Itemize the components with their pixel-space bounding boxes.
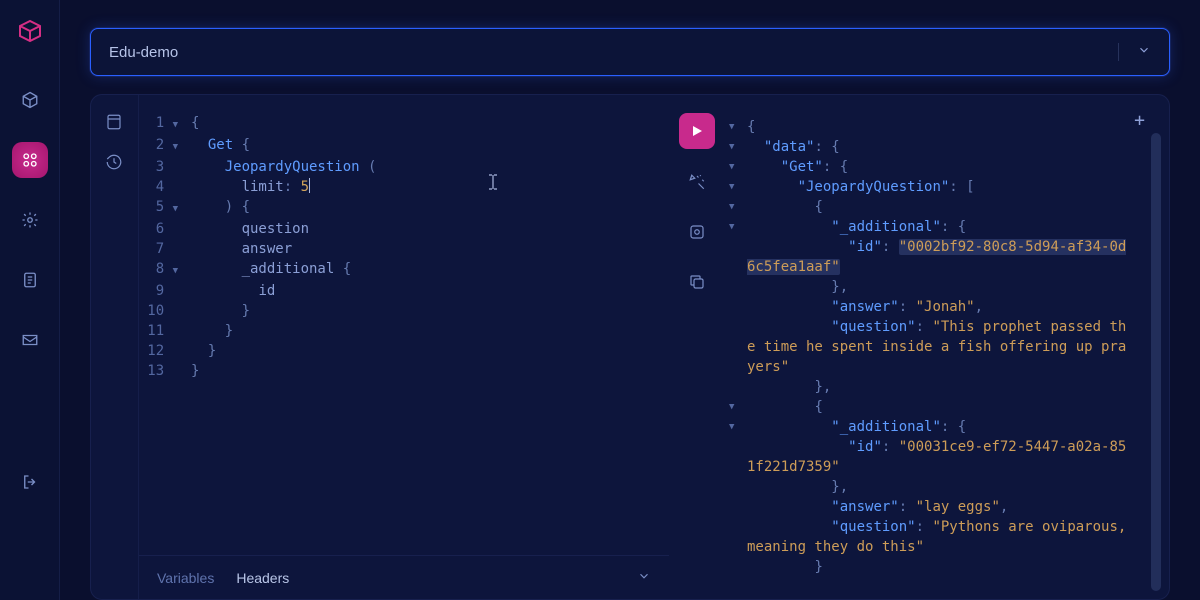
logo-icon	[17, 18, 43, 44]
explorer-icon[interactable]	[105, 113, 125, 133]
code-line[interactable]: 3 JeopardyQuestion (	[139, 157, 669, 177]
nav-inbox-icon[interactable]	[12, 322, 48, 358]
code-line[interactable]: 10 }	[139, 301, 669, 321]
code-line[interactable]: 5 ▼ ) {	[139, 197, 669, 219]
run-button[interactable]	[679, 113, 715, 149]
editor-tabs: Variables Headers	[139, 555, 669, 599]
action-rail	[669, 95, 725, 599]
code-line[interactable]: 9 id	[139, 281, 669, 301]
code-line[interactable]: 8 ▼ _additional {	[139, 259, 669, 281]
code-line[interactable]: 2 ▼ Get {	[139, 135, 669, 157]
merge-icon[interactable]	[680, 215, 714, 249]
code-line[interactable]: 13 }	[139, 361, 669, 381]
app-sidebar	[0, 0, 60, 600]
code-line[interactable]: 11 }	[139, 321, 669, 341]
card-rail	[91, 95, 139, 599]
code-line[interactable]: 1 ▼{	[139, 113, 669, 135]
nav-cube-icon[interactable]	[12, 82, 48, 118]
code-line[interactable]: 6 question	[139, 219, 669, 239]
nav-apps-icon[interactable]	[12, 142, 48, 178]
nav-settings-icon[interactable]	[12, 202, 48, 238]
chevron-down-icon	[1118, 43, 1151, 61]
instance-name: Edu-demo	[109, 44, 178, 61]
scrollbar[interactable]	[1151, 133, 1161, 591]
query-card: 1 ▼{2 ▼ Get {3 JeopardyQuestion (4 limit…	[90, 94, 1170, 600]
query-editor-panel: 1 ▼{2 ▼ Get {3 JeopardyQuestion (4 limit…	[139, 95, 669, 599]
instance-selector[interactable]: Edu-demo	[90, 28, 1170, 76]
results-json[interactable]: ▼{▼ "data": {▼ "Get": {▼ "JeopardyQuesti…	[729, 117, 1159, 577]
history-icon[interactable]	[105, 153, 125, 173]
query-editor[interactable]: 1 ▼{2 ▼ Get {3 JeopardyQuestion (4 limit…	[139, 95, 669, 555]
copy-icon[interactable]	[680, 265, 714, 299]
nav-document-icon[interactable]	[12, 262, 48, 298]
tab-headers[interactable]: Headers	[236, 570, 289, 586]
main-area: Edu-demo 1 ▼{2 ▼ Get {3 JeopardyQuestion…	[60, 0, 1200, 600]
nav-logout-icon[interactable]	[12, 464, 48, 500]
code-line[interactable]: 7 answer	[139, 239, 669, 259]
chevron-down-icon[interactable]	[637, 569, 651, 586]
code-line[interactable]: 12 }	[139, 341, 669, 361]
add-tab-icon[interactable]: +	[1134, 111, 1145, 131]
tab-variables[interactable]: Variables	[157, 570, 214, 586]
prettify-icon[interactable]	[680, 165, 714, 199]
code-line[interactable]: 4 limit: 5	[139, 177, 669, 197]
results-panel: + ▼{▼ "data": {▼ "Get": {▼ "JeopardyQues…	[725, 95, 1169, 599]
